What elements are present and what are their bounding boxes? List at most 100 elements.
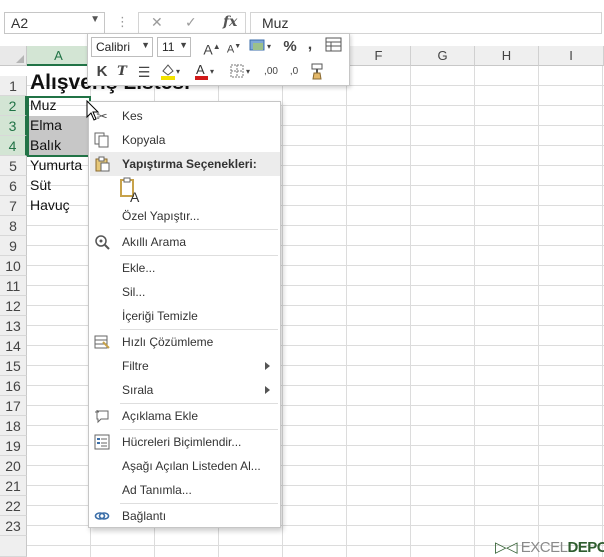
menu-item-label: Akıllı Arama	[122, 235, 187, 249]
copy-icon	[94, 132, 110, 148]
menu-item-pick-from-list[interactable]: Aşağı Açılan Listeden Al...	[90, 454, 280, 478]
cell-a3[interactable]: Elma	[27, 116, 91, 136]
menu-item-label: Sırala	[122, 383, 154, 397]
font-size-select[interactable]: 11 ▼	[157, 37, 191, 57]
row-header-2[interactable]: 2	[0, 96, 27, 116]
cancel-icon[interactable]: ✕	[151, 14, 163, 31]
decrease-decimal-button[interactable]: ,0	[284, 62, 304, 82]
row-header-15[interactable]: 15	[0, 356, 27, 376]
paste-options-header: Yapıştırma Seçenekleri:	[90, 152, 280, 176]
column-header-h[interactable]: H	[475, 46, 539, 66]
menu-item-define-name[interactable]: Ad Tanımla...	[90, 478, 280, 502]
bold-button[interactable]: K	[94, 62, 110, 82]
menu-item-label: Bağlantı	[122, 509, 167, 523]
fill-color-icon[interactable]: ▾	[158, 62, 184, 82]
menu-item-format-cells[interactable]: Hücreleri Biçimlendir...	[90, 430, 280, 454]
link-icon	[94, 508, 110, 524]
row-header-11[interactable]: 11	[0, 276, 27, 296]
menu-item-insert-comment[interactable]: Açıklama Ekle	[90, 404, 280, 428]
paste-keep-formatting-icon[interactable]: A	[119, 176, 145, 206]
logo-mark-icon: ▷◁	[495, 539, 518, 556]
row-header-16[interactable]: 16	[0, 376, 27, 396]
menu-item-label: Yapıştırma Seçenekleri:	[122, 157, 257, 171]
menu-item-cut[interactable]: ✂ Kes	[90, 104, 280, 128]
menu-item-label: Hücreleri Biçimlendir...	[122, 435, 242, 449]
mouse-pointer-icon	[86, 100, 100, 121]
comma-style-button[interactable]: ,	[304, 35, 316, 55]
menu-item-sort[interactable]: Sırala	[90, 378, 280, 402]
row-header-20[interactable]: 20	[0, 456, 27, 476]
row-header-13[interactable]: 13	[0, 316, 27, 336]
cell-a5[interactable]: Yumurta	[27, 156, 91, 176]
menu-item-delete[interactable]: Sil...	[90, 280, 280, 304]
menu-item-label: Aşağı Açılan Listeden Al...	[122, 459, 261, 473]
row-header-24[interactable]	[0, 536, 27, 557]
watermark-part2: DEPO	[567, 539, 604, 556]
menu-item-copy[interactable]: Kopyala	[90, 128, 280, 152]
increase-font-icon[interactable]: A▲	[203, 37, 221, 58]
svg-text:▾: ▾	[267, 42, 271, 51]
increase-decimal-button[interactable]: ,00	[261, 62, 281, 82]
menu-item-quick-analysis[interactable]: Hızlı Çözümleme	[90, 330, 280, 354]
row-header-10[interactable]: 10	[0, 256, 27, 276]
row-header-19[interactable]: 19	[0, 436, 27, 456]
insert-function-icon[interactable]: fx	[223, 14, 237, 30]
column-header-f[interactable]: F	[347, 46, 411, 66]
decrease-font-icon[interactable]: A▼	[226, 37, 242, 57]
row-header-1[interactable]: 1	[0, 76, 27, 96]
menu-item-label: Filtre	[122, 359, 149, 373]
chevron-down-icon[interactable]: ▼	[179, 40, 188, 50]
menu-item-paste-special[interactable]: Özel Yapıştır...	[90, 204, 280, 228]
menu-item-clear-contents[interactable]: İçeriği Temizle	[90, 304, 280, 328]
name-box-value: A2	[11, 15, 29, 31]
menu-item-smart-lookup[interactable]: Akıllı Arama	[90, 230, 280, 254]
number-format-icon[interactable]: ▾	[248, 37, 276, 57]
quick-analysis-icon	[94, 334, 110, 350]
column-header-a[interactable]: A	[27, 46, 91, 66]
formula-input[interactable]: Muz	[250, 12, 602, 34]
font-color-icon[interactable]: A ▾	[192, 62, 218, 82]
menu-item-link[interactable]: Bağlantı	[90, 504, 280, 528]
row-header-14[interactable]: 14	[0, 336, 27, 356]
cell-a6[interactable]: Süt	[27, 176, 91, 196]
row-header-3[interactable]: 3	[0, 116, 27, 136]
decrease-decimal-label: ,0	[289, 66, 299, 77]
name-box[interactable]: A2 ▼	[4, 12, 105, 34]
svg-text:▾: ▾	[246, 67, 250, 76]
borders-icon[interactable]: ▾	[228, 62, 254, 82]
row-header-21[interactable]: 21	[0, 476, 27, 496]
enter-icon[interactable]: ✓	[185, 14, 197, 31]
cell-a7[interactable]: Havuç	[27, 196, 91, 216]
row-header-7[interactable]: 7	[0, 196, 27, 216]
column-header-i[interactable]: I	[539, 46, 604, 66]
row-header-18[interactable]: 18	[0, 416, 27, 436]
row-header-12[interactable]: 12	[0, 296, 27, 316]
chevron-down-icon[interactable]: ▼	[141, 40, 150, 50]
row-header-6[interactable]: 6	[0, 176, 27, 196]
comment-icon	[94, 408, 110, 424]
clipboard-icon	[94, 156, 110, 172]
chevron-down-icon[interactable]: ▼	[90, 14, 100, 25]
menu-item-insert[interactable]: Ekle...	[90, 256, 280, 280]
more-icon[interactable]: ⋮	[116, 14, 129, 30]
font-name-select[interactable]: Calibri ▼	[91, 37, 153, 57]
svg-text:A: A	[196, 62, 205, 77]
menu-item-filter[interactable]: Filtre	[90, 354, 280, 378]
italic-button[interactable]: T	[114, 62, 130, 82]
cell-a2[interactable]: Muz	[27, 96, 91, 116]
row-header-9[interactable]: 9	[0, 236, 27, 256]
row-header-22[interactable]: 22	[0, 496, 27, 516]
format-painter-table-icon[interactable]	[324, 37, 344, 57]
row-header-5[interactable]: 5	[0, 156, 27, 176]
format-painter-icon[interactable]	[308, 62, 328, 82]
percent-style-button[interactable]: %	[281, 37, 299, 57]
align-center-icon[interactable]: ☰	[136, 62, 152, 82]
row-header-17[interactable]: 17	[0, 396, 27, 416]
menu-item-label: Ekle...	[122, 261, 156, 275]
row-header-8[interactable]: 8	[0, 216, 27, 236]
select-all-button[interactable]	[0, 46, 27, 66]
row-header-23[interactable]: 23	[0, 516, 27, 536]
column-header-g[interactable]: G	[411, 46, 475, 66]
cell-a4[interactable]: Balık	[27, 136, 91, 156]
row-header-4[interactable]: 4	[0, 136, 27, 156]
